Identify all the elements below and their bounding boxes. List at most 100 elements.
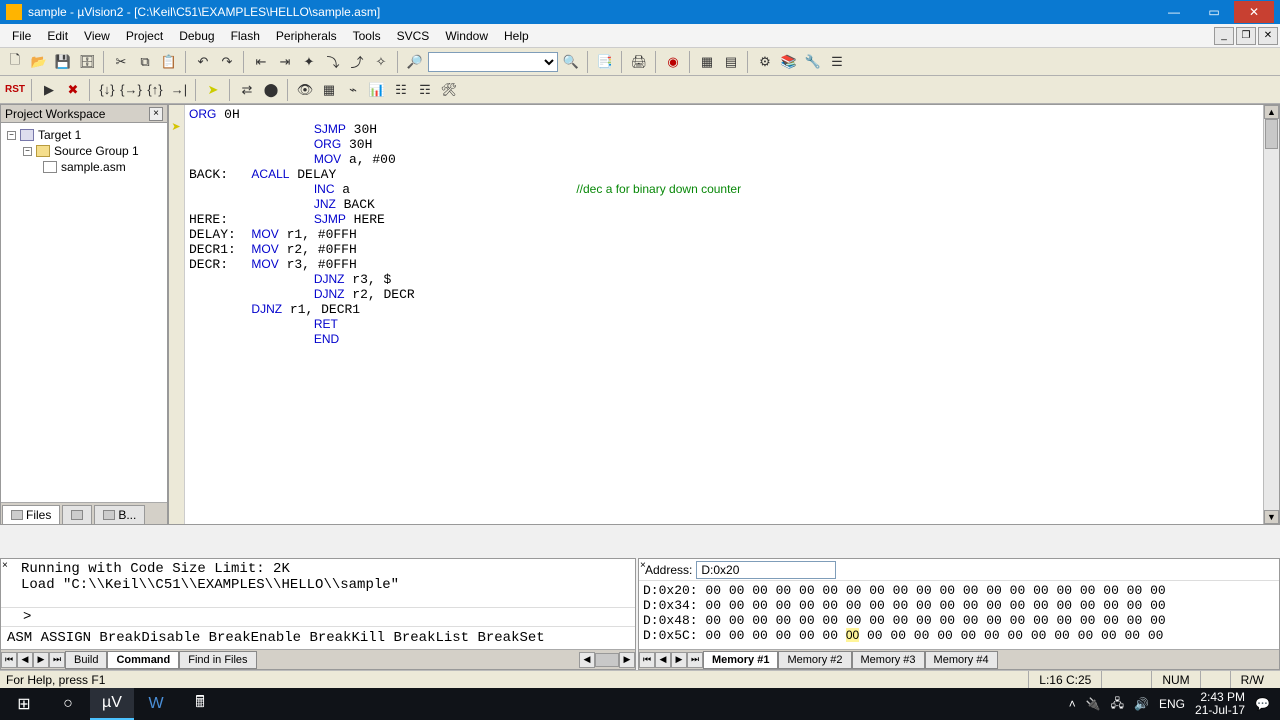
cortana-icon[interactable]: ○ <box>46 688 90 720</box>
bookmark-toggle-icon[interactable]: ✦ <box>298 51 320 73</box>
minimize-button[interactable]: — <box>1154 1 1194 23</box>
memory-win-icon[interactable]: ▦ <box>318 79 340 101</box>
tray-power-icon[interactable]: 🔌 <box>1086 697 1101 711</box>
menu-view[interactable]: View <box>76 26 118 46</box>
hscroll-right-icon[interactable]: ▶ <box>619 652 635 668</box>
start-button[interactable]: ⊞ <box>2 688 46 720</box>
paste-icon[interactable]: 📋 <box>158 51 180 73</box>
mem-tab-next-icon[interactable]: ▶ <box>671 652 687 668</box>
undo-icon[interactable]: ↶ <box>192 51 214 73</box>
mem-tab-first-icon[interactable]: ⏮ <box>639 652 655 668</box>
find-in-files-icon[interactable]: 🔎 <box>404 51 426 73</box>
bookmark-clear-icon[interactable]: ✧ <box>370 51 392 73</box>
tray-lang[interactable]: ENG <box>1159 697 1185 711</box>
options-icon[interactable]: ☰ <box>826 51 848 73</box>
menu-edit[interactable]: Edit <box>39 26 76 46</box>
find-combo[interactable] <box>428 52 558 72</box>
scroll-up-icon[interactable]: ▲ <box>1264 105 1279 119</box>
tray-up-icon[interactable]: ˄ <box>1069 697 1076 711</box>
tab-memory-3[interactable]: Memory #3 <box>852 651 925 669</box>
tray-notifications-icon[interactable]: 💬 <box>1255 697 1270 711</box>
menu-svcs[interactable]: SVCS <box>389 26 438 46</box>
menu-peripherals[interactable]: Peripherals <box>268 26 345 46</box>
expand-icon[interactable]: − <box>7 131 16 140</box>
mem-tab-prev-icon[interactable]: ◀ <box>655 652 671 668</box>
toolbox-icon[interactable]: 🛠 <box>438 79 460 101</box>
coverage-icon[interactable]: ☶ <box>414 79 436 101</box>
hscroll-left-icon[interactable]: ◀ <box>579 652 595 668</box>
tray-clock[interactable]: 2:43 PM 21-Jul-17 <box>1195 691 1245 717</box>
perf-icon[interactable]: ☷ <box>390 79 412 101</box>
new-file-icon[interactable]: 🗋 <box>4 51 26 73</box>
tray-network-icon[interactable]: 🖧 <box>1111 694 1124 715</box>
window-cascade-icon[interactable]: ▤ <box>720 51 742 73</box>
tab-memory-1[interactable]: Memory #1 <box>703 651 778 669</box>
redo-icon[interactable]: ↷ <box>216 51 238 73</box>
menu-file[interactable]: File <box>4 26 39 46</box>
taskbar-calculator-icon[interactable]: 🖩 <box>178 688 222 720</box>
watch-icon[interactable]: 👁 <box>294 79 316 101</box>
analyzer-icon[interactable]: 📊 <box>366 79 388 101</box>
tab-regs[interactable] <box>62 505 92 524</box>
books-icon[interactable]: 📚 <box>778 51 800 73</box>
tree-target[interactable]: − Target 1 <box>5 127 163 143</box>
debug-start-icon[interactable]: ◉ <box>662 51 684 73</box>
tab-memory-2[interactable]: Memory #2 <box>778 651 851 669</box>
command-prompt[interactable]: > <box>1 607 635 626</box>
tree-group[interactable]: − Source Group 1 <box>5 143 163 159</box>
tab-build[interactable]: Build <box>65 651 107 669</box>
config-icon[interactable]: ⚙ <box>754 51 776 73</box>
stop-icon[interactable]: ✖ <box>62 79 84 101</box>
scroll-thumb[interactable] <box>1265 119 1278 149</box>
step-out-icon[interactable]: {↑} <box>144 79 166 101</box>
show-next-icon[interactable]: ➤ <box>202 79 224 101</box>
output-close-button[interactable]: × <box>2 560 14 572</box>
breakpoint-icon[interactable]: ⬤ <box>260 79 282 101</box>
taskbar-word-icon[interactable]: W <box>134 688 178 720</box>
indent-right-icon[interactable]: ⇥ <box>274 51 296 73</box>
step-over-icon[interactable]: {→} <box>120 79 142 101</box>
serial-icon[interactable]: ⌁ <box>342 79 364 101</box>
workspace-close-button[interactable]: × <box>149 107 163 121</box>
menu-help[interactable]: Help <box>496 26 537 46</box>
expand-icon[interactable]: − <box>23 147 32 156</box>
tab-files[interactable]: Files <box>2 505 60 524</box>
close-button[interactable]: ✕ <box>1234 1 1274 23</box>
menu-tools[interactable]: Tools <box>345 26 389 46</box>
maximize-button[interactable]: ▭ <box>1194 1 1234 23</box>
tab-first-icon[interactable]: ⏮ <box>1 652 17 668</box>
mdi-close-button[interactable]: ✕ <box>1258 27 1278 45</box>
tab-command[interactable]: Command <box>107 651 179 669</box>
save-icon[interactable]: 💾 <box>52 51 74 73</box>
indent-left-icon[interactable]: ⇤ <box>250 51 272 73</box>
editor-vscrollbar[interactable]: ▲ ▼ <box>1263 105 1279 524</box>
tray-volume-icon[interactable]: 🔊 <box>1134 697 1149 711</box>
mdi-restore-button[interactable]: ❐ <box>1236 27 1256 45</box>
menu-window[interactable]: Window <box>437 26 496 46</box>
mem-tab-last-icon[interactable]: ⏭ <box>687 652 703 668</box>
print-icon[interactable]: 🖨 <box>628 51 650 73</box>
tree-file[interactable]: sample.asm <box>5 159 163 175</box>
project-tree[interactable]: − Target 1 − Source Group 1 sample.asm <box>1 123 167 502</box>
bookmark-prev-icon[interactable]: ⤴ <box>346 51 368 73</box>
bookmark-next-icon[interactable]: ⤵ <box>322 51 344 73</box>
tab-find-in-files[interactable]: Find in Files <box>179 651 256 669</box>
menu-project[interactable]: Project <box>118 26 171 46</box>
tab-prev-icon[interactable]: ◀ <box>17 652 33 668</box>
run-to-cursor-icon[interactable]: →| <box>168 79 190 101</box>
copy-icon[interactable]: ⧉ <box>134 51 156 73</box>
open-file-icon[interactable]: 📂 <box>28 51 50 73</box>
find-icon[interactable]: 🔍 <box>560 51 582 73</box>
taskbar-uvision-icon[interactable]: µV <box>90 688 134 720</box>
incremental-find-icon[interactable]: 📑 <box>594 51 616 73</box>
run-icon[interactable]: ▶ <box>38 79 60 101</box>
tab-books[interactable]: B... <box>94 505 145 524</box>
cut-icon[interactable]: ✂ <box>110 51 132 73</box>
memory-close-button[interactable]: × <box>640 560 652 572</box>
reset-icon[interactable]: RST <box>4 79 26 101</box>
step-into-icon[interactable]: {↓} <box>96 79 118 101</box>
tab-memory-4[interactable]: Memory #4 <box>925 651 998 669</box>
menu-debug[interactable]: Debug <box>171 26 222 46</box>
menu-flash[interactable]: Flash <box>223 26 268 46</box>
address-input[interactable] <box>696 561 836 579</box>
